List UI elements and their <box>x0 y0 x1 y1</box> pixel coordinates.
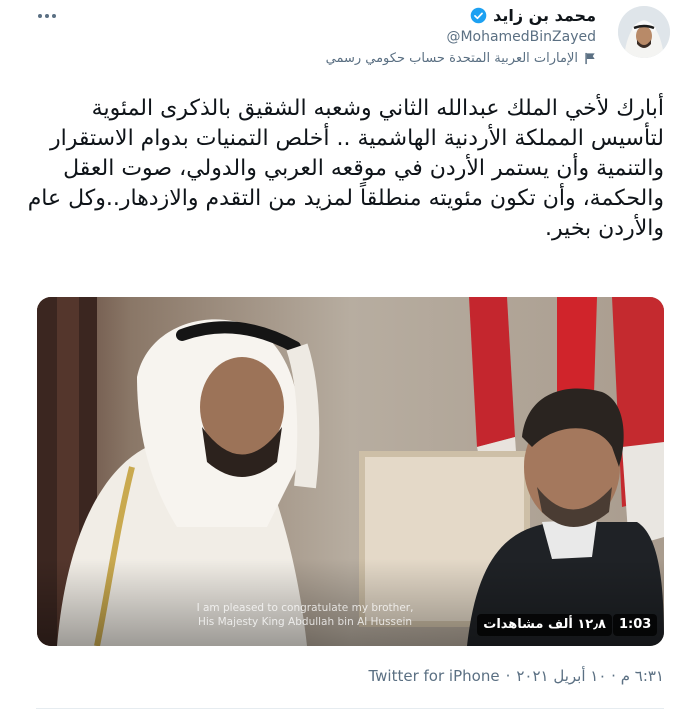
more-dot <box>52 14 56 18</box>
video-caption: I am pleased to congratulate my brother,… <box>140 601 470 629</box>
tweet-timestamp[interactable]: ٦:٣١ م · ١٠ أبريل ٢٠٢١ <box>516 667 664 685</box>
video-player[interactable] <box>37 297 664 646</box>
tweet-source-link[interactable]: Twitter for iPhone <box>368 667 499 685</box>
more-dot <box>38 14 42 18</box>
more-options-button[interactable] <box>34 8 60 24</box>
more-dot <box>45 14 49 18</box>
account-label-text: الإمارات العربية المتحدة حساب حكومي رسمي <box>325 51 578 66</box>
caption-line: His Majesty King Abdullah bin Al Hussein <box>197 616 413 628</box>
tweet-text: أبارك لأخي الملك عبدالله الثاني وشعبه ال… <box>27 96 664 241</box>
caption-line: I am pleased to congratulate my brother, <box>196 602 414 614</box>
user-handle[interactable]: @MohamedBinZayed <box>446 29 596 45</box>
display-name[interactable]: محمد بن زايد <box>493 6 596 25</box>
government-account-label[interactable]: الإمارات العربية المتحدة حساب حكومي رسمي <box>326 51 596 66</box>
verified-badge-icon <box>470 7 487 24</box>
video-duration-badge: 1:03 <box>613 614 658 636</box>
video-thumbnail <box>37 297 664 646</box>
meta-separator: · <box>505 667 511 685</box>
avatar[interactable] <box>618 6 670 58</box>
tweet-card: محمد بن زايد @MohamedBinZayed الإمارات ا… <box>0 0 700 718</box>
author-name-row[interactable]: محمد بن زايد <box>470 6 596 25</box>
flag-icon <box>585 52 595 65</box>
avatar-image <box>618 6 670 58</box>
divider <box>36 708 664 709</box>
video-views-badge: ١٢٫٨ ألف مشاهدات <box>477 614 612 636</box>
tweet-meta: ٦:٣١ م · ١٠ أبريل ٢٠٢١ · Twitter for iPh… <box>368 667 664 685</box>
